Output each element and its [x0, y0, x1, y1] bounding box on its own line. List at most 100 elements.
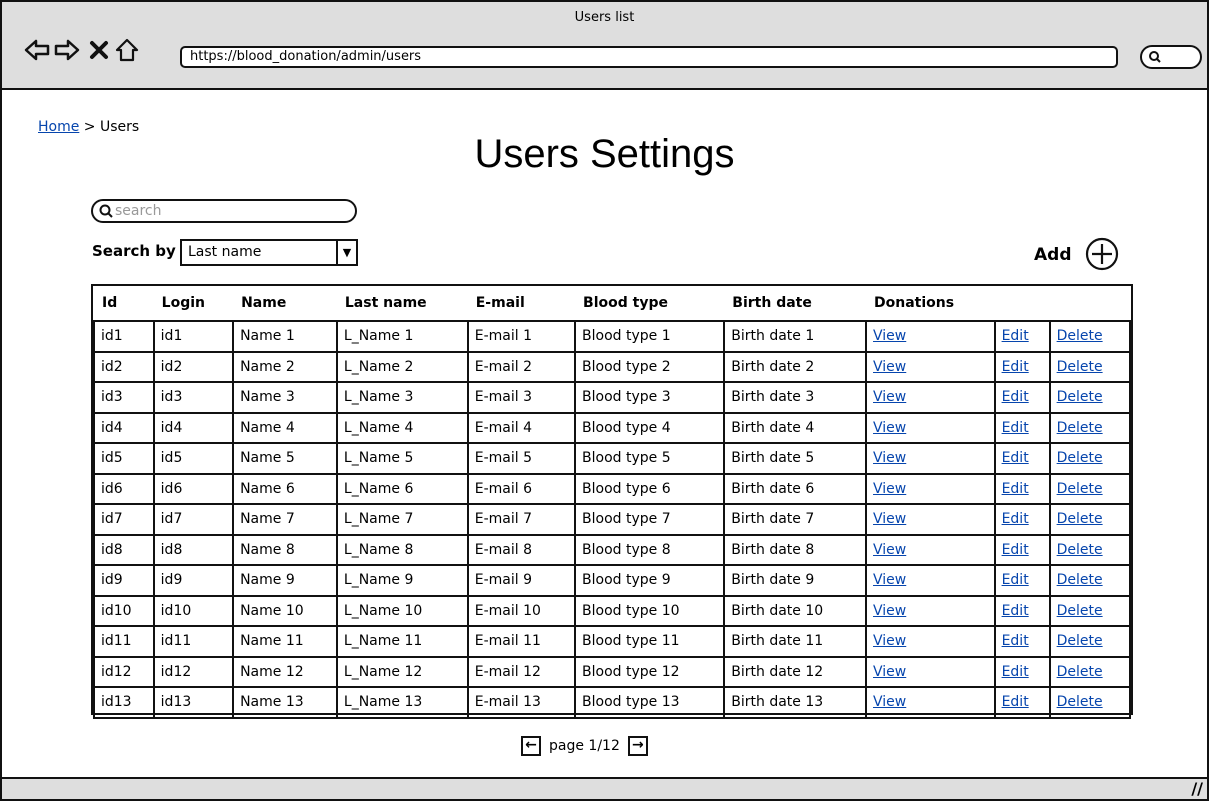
view-link[interactable]: View [873, 481, 906, 497]
chevron-down-icon[interactable]: ▼ [336, 241, 356, 264]
delete-link[interactable]: Delete [1057, 511, 1103, 527]
delete-link[interactable]: Delete [1057, 359, 1103, 375]
delete-link[interactable]: Delete [1057, 633, 1103, 649]
delete-link[interactable]: Delete [1057, 603, 1103, 619]
table-cell: Name 2 [232, 350, 338, 383]
search-by-select[interactable]: Last name ▼ [180, 239, 358, 266]
table-cell: Birth date 3 [723, 381, 868, 414]
table-cell: E-mail 11 [466, 625, 577, 658]
table-cell: Delete [1048, 686, 1132, 719]
table-cell: Birth date 10 [723, 594, 868, 627]
view-link[interactable]: View [873, 664, 906, 680]
status-bar: // [2, 777, 1207, 799]
edit-link[interactable]: Edit [1002, 633, 1029, 649]
arrow-left-icon[interactable]: ← [521, 736, 541, 756]
view-link[interactable]: View [873, 450, 906, 466]
table-cell: id8 [93, 533, 155, 566]
delete-link[interactable]: Delete [1057, 389, 1103, 405]
delete-link[interactable]: Delete [1057, 572, 1103, 588]
table-cell: View [865, 533, 996, 566]
back-icon[interactable] [24, 37, 50, 63]
edit-link[interactable]: Edit [1002, 359, 1029, 375]
view-link[interactable]: View [873, 603, 906, 619]
table-cell: Delete [1048, 381, 1132, 414]
edit-link[interactable]: Edit [1002, 420, 1029, 436]
table-row: id2 id2 Name 2 L_Name 2 E-mail 2 Blood type 2… [93, 350, 1132, 383]
table-row: id12 id12 Name 12 L_Name 12 E-mail 12 Blood t… [93, 655, 1132, 688]
table-cell: Name 4 [232, 411, 338, 444]
view-link[interactable]: View [873, 359, 906, 375]
table-cell: Name 7 [232, 503, 338, 536]
table-cell: Name 5 [232, 442, 338, 475]
table-cell: id1 [93, 320, 155, 353]
table-cell: Name 13 [232, 686, 338, 719]
table-cell: L_Name 12 [335, 655, 469, 688]
arrow-right-icon[interactable]: → [627, 736, 648, 756]
forward-icon[interactable] [54, 37, 80, 63]
view-link[interactable]: View [873, 328, 906, 344]
page-title: Users Settings [474, 132, 735, 176]
table-cell: id4 [93, 411, 155, 444]
table-row: id13 id13 Name 13 L_Name 13 E-mail 13 Blood t… [93, 686, 1132, 719]
table-cell: Name 9 [232, 564, 338, 597]
table-cell: Name 6 [232, 472, 338, 505]
delete-link[interactable]: Delete [1057, 664, 1103, 680]
view-link[interactable]: View [873, 572, 906, 588]
table-cell: Edit [993, 533, 1051, 566]
table-cell: E-mail 10 [466, 594, 577, 627]
view-link[interactable]: View [873, 420, 906, 436]
table-cell: Birth date 12 [723, 655, 868, 688]
address-bar[interactable]: https://blood_donation/admin/users [180, 46, 1118, 68]
table-cell: Edit [993, 442, 1051, 475]
home-icon[interactable] [114, 37, 140, 63]
edit-link[interactable]: Edit [1002, 328, 1029, 344]
column-header [995, 286, 1050, 321]
delete-link[interactable]: Delete [1057, 328, 1103, 344]
table-cell: id11 [152, 625, 235, 658]
table-cell: Edit [993, 625, 1051, 658]
delete-link[interactable]: Delete [1057, 420, 1103, 436]
table-cell: id10 [93, 594, 155, 627]
table-cell: id10 [152, 594, 235, 627]
view-link[interactable]: View [873, 542, 906, 558]
edit-link[interactable]: Edit [1002, 481, 1029, 497]
edit-link[interactable]: Edit [1002, 572, 1029, 588]
view-link[interactable]: View [873, 511, 906, 527]
table-cell: Blood type 10 [574, 594, 726, 627]
table-cell: Edit [993, 320, 1051, 353]
column-header: Name [241, 295, 287, 311]
view-link[interactable]: View [873, 633, 906, 649]
table-cell: Blood type 8 [574, 533, 726, 566]
view-link[interactable]: View [873, 389, 906, 405]
add-label: Add [1034, 245, 1072, 265]
view-link[interactable]: View [873, 694, 906, 710]
edit-link[interactable]: Edit [1002, 542, 1029, 558]
table-cell: L_Name 8 [335, 533, 469, 566]
delete-link[interactable]: Delete [1057, 481, 1103, 497]
delete-link[interactable]: Delete [1057, 694, 1103, 710]
table-cell: E-mail 7 [466, 503, 577, 536]
column-header: Birth date [732, 295, 812, 311]
table-cell: id7 [152, 503, 235, 536]
search-input[interactable]: search [91, 199, 357, 223]
delete-link[interactable]: Delete [1057, 450, 1103, 466]
table-cell: Blood type 7 [574, 503, 726, 536]
table-row: id1 id1 Name 1 L_Name 1 E-mail 1 Blood type 1… [93, 320, 1132, 353]
pagination: ← page 1/12 → [521, 736, 648, 756]
edit-link[interactable]: Edit [1002, 389, 1029, 405]
window-title: Users list [574, 10, 635, 25]
edit-link[interactable]: Edit [1002, 603, 1029, 619]
add-circle-icon[interactable] [1084, 236, 1120, 272]
edit-link[interactable]: Edit [1002, 450, 1029, 466]
delete-link[interactable]: Delete [1057, 542, 1103, 558]
search-by-label: Search by [92, 242, 176, 260]
table-cell: View [865, 442, 996, 475]
edit-link[interactable]: Edit [1002, 511, 1029, 527]
resize-handle-icon[interactable]: // [1191, 779, 1203, 798]
stop-icon[interactable] [86, 37, 112, 63]
table-cell: Edit [993, 564, 1051, 597]
edit-link[interactable]: Edit [1002, 664, 1029, 680]
browser-search-box[interactable] [1140, 45, 1202, 69]
table-cell: Edit [993, 655, 1051, 688]
edit-link[interactable]: Edit [1002, 694, 1029, 710]
